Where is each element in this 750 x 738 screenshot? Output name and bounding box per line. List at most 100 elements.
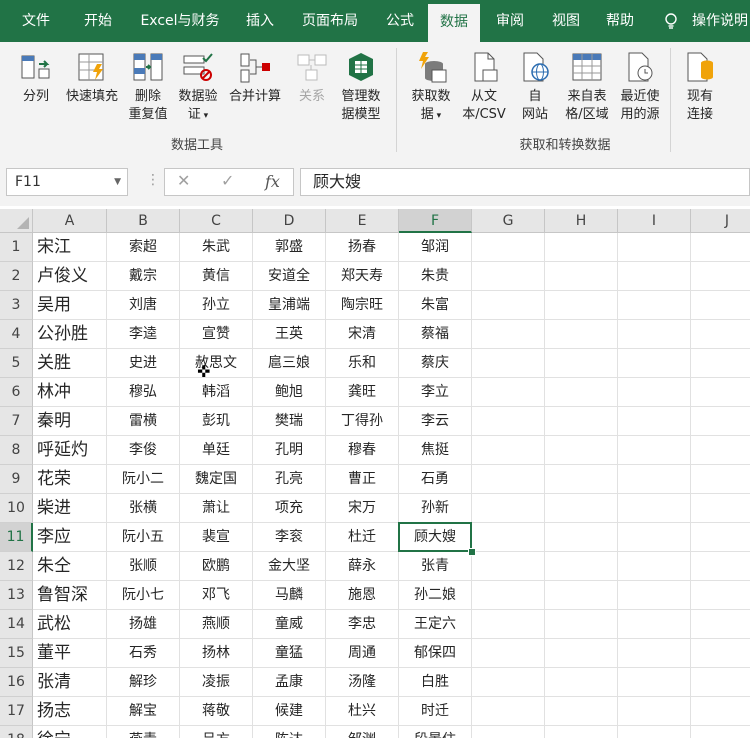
column-header-h[interactable]: H (545, 209, 618, 233)
data-validation-button[interactable]: 数据验 证 ▾ (174, 50, 222, 125)
tab-5[interactable]: 公式 (372, 0, 428, 42)
cell-d4[interactable]: 王英 (253, 320, 326, 349)
cell-f18[interactable]: 段景住 (399, 726, 472, 738)
cell-h16[interactable] (545, 668, 618, 697)
cell-d17[interactable]: 候建 (253, 697, 326, 726)
cell-c6[interactable]: 韩滔 (180, 378, 253, 407)
row-header[interactable]: 4 (0, 320, 33, 349)
row-header[interactable]: 11 (0, 523, 33, 552)
cell-a9[interactable]: 花荣 (33, 465, 107, 494)
cell-c10[interactable]: 萧让 (180, 494, 253, 523)
cell-j9[interactable] (691, 465, 750, 494)
cell-j16[interactable] (691, 668, 750, 697)
column-header-f[interactable]: F (399, 209, 472, 233)
row-header[interactable]: 9 (0, 465, 33, 494)
cell-b1[interactable]: 索超 (107, 233, 180, 262)
text-to-columns-button[interactable]: 分列 (14, 50, 58, 106)
cell-f7[interactable]: 李云 (399, 407, 472, 436)
cell-a10[interactable]: 柴进 (33, 494, 107, 523)
tab-6[interactable]: 数据 (428, 4, 480, 46)
column-header-e[interactable]: E (326, 209, 399, 233)
cell-a6[interactable]: 林冲 (33, 378, 107, 407)
column-header-g[interactable]: G (472, 209, 545, 233)
cell-i7[interactable] (618, 407, 691, 436)
cell-c9[interactable]: 魏定国 (180, 465, 253, 494)
cell-e13[interactable]: 施恩 (326, 581, 399, 610)
row-header[interactable]: 16 (0, 668, 33, 697)
cell-e1[interactable]: 扬春 (326, 233, 399, 262)
cell-c13[interactable]: 邓飞 (180, 581, 253, 610)
cell-j1[interactable] (691, 233, 750, 262)
row-header[interactable]: 7 (0, 407, 33, 436)
column-header-i[interactable]: I (618, 209, 691, 233)
name-box[interactable]: F11 ▼ (6, 168, 128, 196)
select-all-corner[interactable] (0, 209, 33, 233)
cell-b13[interactable]: 阮小七 (107, 581, 180, 610)
cell-h17[interactable] (545, 697, 618, 726)
remove-duplicates-button[interactable]: 删除 重复值 (124, 50, 172, 124)
cell-f5[interactable]: 蔡庆 (399, 349, 472, 378)
cell-b6[interactable]: 穆弘 (107, 378, 180, 407)
cell-j18[interactable] (691, 726, 750, 738)
from-text-csv-button[interactable]: 从文 本/CSV (458, 50, 510, 124)
cell-d1[interactable]: 郭盛 (253, 233, 326, 262)
chevron-down-icon[interactable]: ▼ (114, 169, 121, 195)
cell-i11[interactable] (618, 523, 691, 552)
cell-h7[interactable] (545, 407, 618, 436)
relationships-button[interactable]: 关系 (290, 50, 334, 106)
cell-a15[interactable]: 董平 (33, 639, 107, 668)
cell-b16[interactable]: 解珍 (107, 668, 180, 697)
tab-4[interactable]: 页面布局 (290, 0, 370, 42)
cell-i3[interactable] (618, 291, 691, 320)
cell-b5[interactable]: 史进 (107, 349, 180, 378)
fill-handle[interactable] (468, 548, 476, 556)
cell-a11[interactable]: 李应 (33, 523, 107, 552)
cell-a14[interactable]: 武松 (33, 610, 107, 639)
cell-j10[interactable] (691, 494, 750, 523)
cell-d14[interactable]: 童威 (253, 610, 326, 639)
cell-b7[interactable]: 雷横 (107, 407, 180, 436)
cell-i18[interactable] (618, 726, 691, 738)
cell-d3[interactable]: 皇浦端 (253, 291, 326, 320)
cell-g8[interactable] (472, 436, 545, 465)
cell-c17[interactable]: 蒋敬 (180, 697, 253, 726)
cell-e12[interactable]: 薛永 (326, 552, 399, 581)
cell-c5[interactable]: 赦思文 (180, 349, 253, 378)
cell-c4[interactable]: 宣赞 (180, 320, 253, 349)
cell-j2[interactable] (691, 262, 750, 291)
cell-i2[interactable] (618, 262, 691, 291)
cell-d6[interactable]: 鲍旭 (253, 378, 326, 407)
cell-h5[interactable] (545, 349, 618, 378)
cell-h9[interactable] (545, 465, 618, 494)
cell-a5[interactable]: 关胜 (33, 349, 107, 378)
column-header-d[interactable]: D (253, 209, 326, 233)
cell-g17[interactable] (472, 697, 545, 726)
cell-f16[interactable]: 白胜 (399, 668, 472, 697)
cell-e4[interactable]: 宋清 (326, 320, 399, 349)
cell-f8[interactable]: 焦挺 (399, 436, 472, 465)
cell-f1[interactable]: 邹润 (399, 233, 472, 262)
cell-b15[interactable]: 石秀 (107, 639, 180, 668)
cell-e9[interactable]: 曹正 (326, 465, 399, 494)
cell-h14[interactable] (545, 610, 618, 639)
cell-h11[interactable] (545, 523, 618, 552)
column-header-a[interactable]: A (33, 209, 107, 233)
cell-d9[interactable]: 孔亮 (253, 465, 326, 494)
cell-e17[interactable]: 杜兴 (326, 697, 399, 726)
cell-e14[interactable]: 李忠 (326, 610, 399, 639)
cell-d16[interactable]: 孟康 (253, 668, 326, 697)
cell-g16[interactable] (472, 668, 545, 697)
column-header-c[interactable]: C (180, 209, 253, 233)
cell-g7[interactable] (472, 407, 545, 436)
cell-b12[interactable]: 张顺 (107, 552, 180, 581)
cell-g6[interactable] (472, 378, 545, 407)
cell-i12[interactable] (618, 552, 691, 581)
cell-c12[interactable]: 欧鹏 (180, 552, 253, 581)
cell-b11[interactable]: 阮小五 (107, 523, 180, 552)
cell-c1[interactable]: 朱武 (180, 233, 253, 262)
cell-a7[interactable]: 秦明 (33, 407, 107, 436)
cell-f10[interactable]: 孙新 (399, 494, 472, 523)
cell-b9[interactable]: 阮小二 (107, 465, 180, 494)
cell-h3[interactable] (545, 291, 618, 320)
cell-d2[interactable]: 安道全 (253, 262, 326, 291)
